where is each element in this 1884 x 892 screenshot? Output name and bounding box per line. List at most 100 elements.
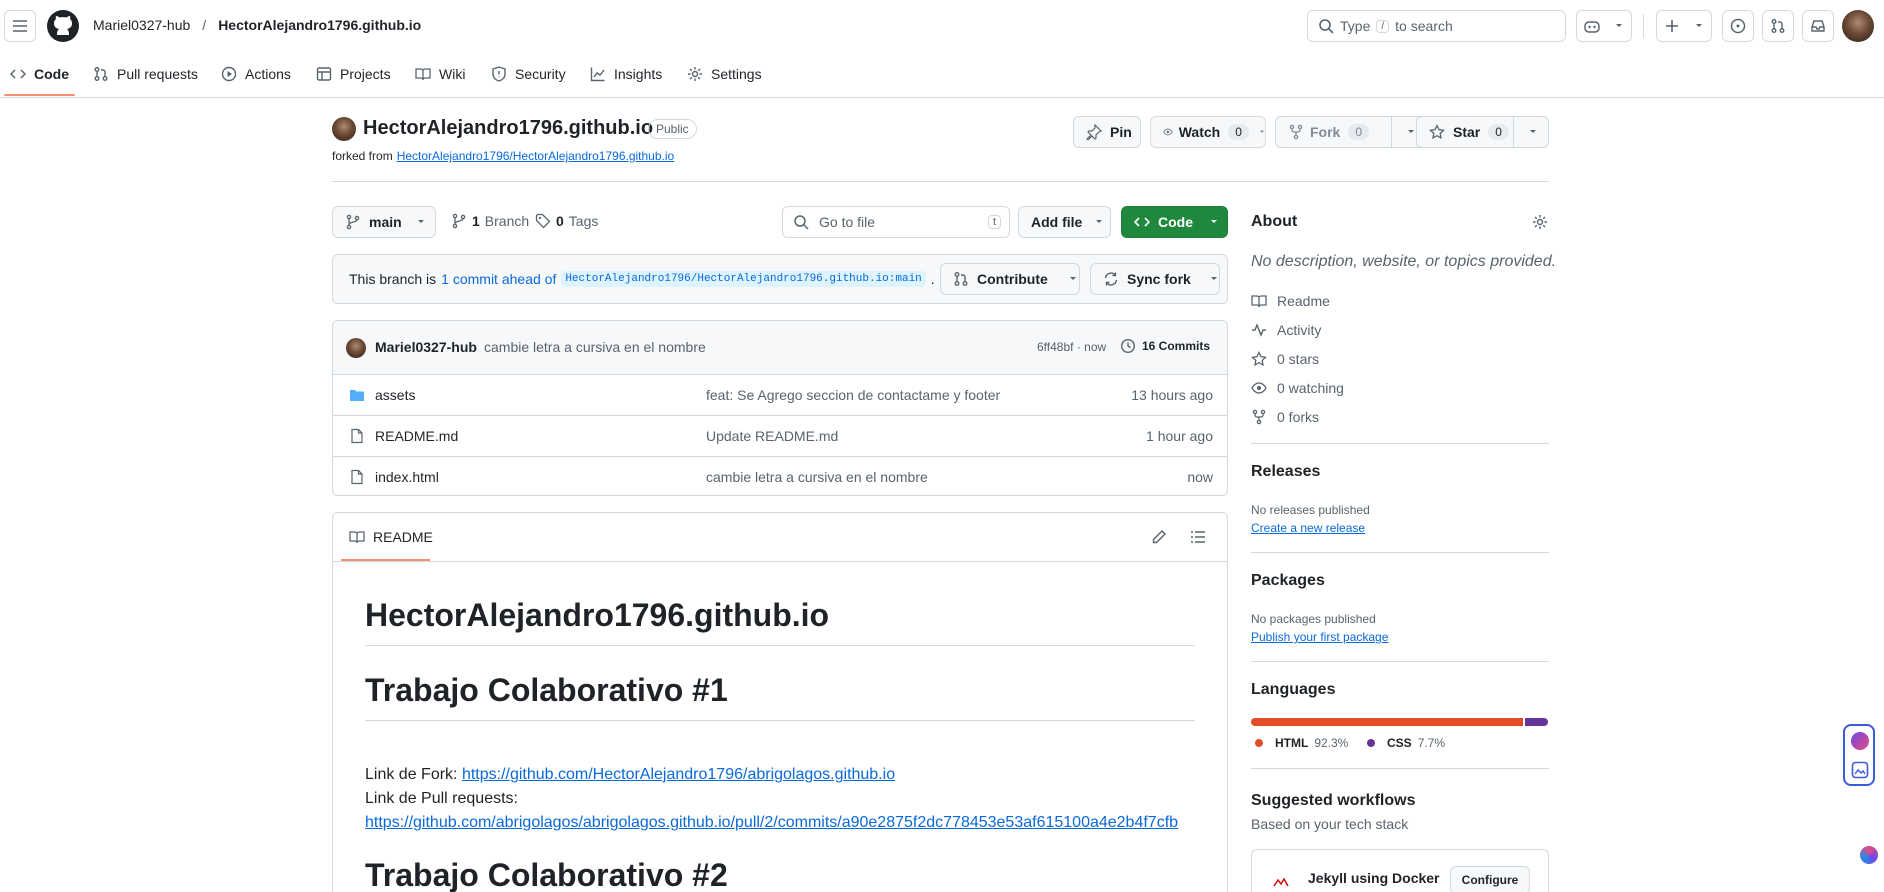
- extension-widget[interactable]: [1843, 724, 1875, 786]
- code-download-button[interactable]: Code: [1121, 206, 1228, 238]
- file-row[interactable]: README.md Update README.md 1 hour ago: [333, 415, 1227, 456]
- breadcrumb-repo[interactable]: HectorAlejandro1796.github.io: [218, 17, 421, 33]
- chevron-down-icon: [1260, 130, 1264, 133]
- edit-readme-button[interactable]: [1151, 529, 1167, 545]
- file-name[interactable]: README.md: [375, 428, 458, 444]
- file-row[interactable]: index.html cambie letra a cursiva en el …: [333, 456, 1227, 495]
- branch-count-link[interactable]: 1 Branch: [451, 213, 529, 229]
- sidebar-divider: [1251, 661, 1549, 662]
- commit-message[interactable]: cambie letra a cursiva en el nombre: [484, 339, 706, 355]
- about-watching-link[interactable]: 0 watching: [1251, 380, 1344, 396]
- commit-author[interactable]: Mariel0327-hub: [375, 339, 477, 355]
- pin-button[interactable]: Pin: [1073, 116, 1141, 148]
- file-name[interactable]: index.html: [375, 469, 439, 485]
- language-css[interactable]: CSS 7.7%: [1367, 736, 1445, 750]
- commit-author-avatar[interactable]: [346, 338, 366, 358]
- global-search-input[interactable]: Type / to search: [1307, 10, 1566, 42]
- github-logo[interactable]: [47, 10, 79, 42]
- extension-brain-icon[interactable]: [1860, 846, 1878, 864]
- suggested-workflows-title: Suggested workflows: [1251, 792, 1416, 809]
- readme-tab-label: README: [373, 529, 433, 545]
- fork-link[interactable]: https://github.com/HectorAlejandro1796/a…: [462, 766, 895, 783]
- plus-icon: [1665, 20, 1678, 32]
- file-icon: [351, 428, 363, 444]
- file-commit-message[interactable]: Update README.md: [706, 428, 838, 444]
- branch-status-box: This branch is 1 commit ahead of HectorA…: [332, 254, 1228, 304]
- readme-tab[interactable]: README: [349, 529, 433, 545]
- about-description: No description, website, or topics provi…: [1251, 253, 1557, 270]
- search-icon: [794, 215, 809, 230]
- user-avatar[interactable]: [1842, 10, 1874, 42]
- inbox-button[interactable]: [1802, 10, 1834, 42]
- forked-from-link[interactable]: HectorAlejandro1796/HectorAlejandro1796.…: [397, 149, 675, 163]
- create-new-button[interactable]: [1656, 10, 1712, 42]
- tags-link[interactable]: 0 Tags: [535, 213, 598, 229]
- goto-file-input[interactable]: Go to file t: [782, 206, 1010, 238]
- fork-button[interactable]: Fork 0: [1275, 116, 1428, 148]
- tab-code[interactable]: Code: [10, 62, 69, 86]
- language-percent: 92.3%: [1314, 736, 1349, 750]
- about-stars-link[interactable]: 0 stars: [1251, 351, 1319, 367]
- watch-button[interactable]: Watch 0: [1150, 116, 1266, 148]
- commit-hash-time[interactable]: 6ff48bf · now: [1037, 340, 1106, 354]
- tag-icon: [535, 213, 551, 229]
- commits-history-link[interactable]: 16 Commits: [1120, 338, 1210, 354]
- star-divider: [1513, 117, 1514, 147]
- language-html[interactable]: HTML 92.3%: [1255, 736, 1348, 750]
- pr-link[interactable]: https://github.com/abrigolagos/abrigolag…: [365, 814, 1178, 831]
- tab-wiki[interactable]: Wiki: [415, 62, 465, 86]
- file-commit-message[interactable]: cambie letra a cursiva en el nombre: [706, 469, 928, 485]
- add-file-button[interactable]: Add file: [1018, 206, 1111, 238]
- readme-outline-button[interactable]: [1190, 529, 1206, 545]
- file-list: Mariel0327-hub cambie letra a cursiva en…: [332, 320, 1228, 496]
- pull-requests-button[interactable]: [1762, 10, 1794, 42]
- code-icon: [10, 69, 26, 79]
- copilot-button[interactable]: [1576, 10, 1632, 42]
- about-activity-link[interactable]: Activity: [1251, 322, 1321, 338]
- repo-owner-avatar[interactable]: [332, 117, 356, 141]
- branch-name: main: [369, 214, 402, 230]
- tab-projects[interactable]: Projects: [316, 62, 391, 86]
- file-commit-message[interactable]: feat: Se Agrego seccion de contactame y …: [706, 387, 1000, 403]
- star-button[interactable]: Star 0: [1416, 116, 1549, 148]
- chevron-down-icon: [1408, 130, 1414, 133]
- workflow-name: Jekyll using Docker: [1308, 870, 1440, 886]
- fork-icon: [1289, 124, 1303, 140]
- file-name[interactable]: assets: [375, 387, 415, 403]
- tab-projects-label: Projects: [340, 66, 391, 82]
- issues-button[interactable]: [1722, 10, 1754, 42]
- about-readme-link[interactable]: Readme: [1251, 293, 1330, 309]
- branch-icon: [452, 213, 466, 229]
- hamburger-menu-button[interactable]: [4, 10, 36, 42]
- star-icon: [1251, 351, 1267, 367]
- list-icon: [1191, 531, 1205, 543]
- edit-about-button[interactable]: [1532, 214, 1548, 230]
- tab-actions[interactable]: Actions: [221, 62, 291, 86]
- commits-ahead-link[interactable]: 1 commit ahead of: [441, 271, 556, 287]
- file-commit-time: 1 hour ago: [1146, 428, 1213, 444]
- eye-icon: [1163, 128, 1173, 136]
- contribute-button[interactable]: Contribute: [940, 263, 1080, 295]
- pull-request-icon: [954, 272, 968, 286]
- branch-select[interactable]: main: [332, 206, 436, 238]
- configure-workflow-button[interactable]: Configure: [1450, 866, 1530, 892]
- readme-links: Link de Fork: https://github.com/HectorA…: [365, 763, 1178, 835]
- tab-pull-requests[interactable]: Pull requests: [93, 62, 198, 86]
- branch-status-prefix: This branch is: [349, 271, 437, 287]
- about-forks-link[interactable]: 0 forks: [1251, 409, 1319, 425]
- packages-title[interactable]: Packages: [1251, 572, 1325, 590]
- tab-insights[interactable]: Insights: [590, 62, 662, 86]
- sync-fork-button[interactable]: Sync fork: [1090, 263, 1220, 295]
- search-icon: [1319, 19, 1334, 34]
- releases-title[interactable]: Releases: [1251, 463, 1320, 481]
- chevron-down-icon: [417, 220, 424, 223]
- file-row[interactable]: assets feat: Se Agrego seccion de contac…: [333, 374, 1227, 415]
- repo-title[interactable]: HectorAlejandro1796.github.io: [363, 117, 653, 140]
- tab-security[interactable]: Security: [491, 62, 566, 86]
- publish-package-link[interactable]: Publish your first package: [1251, 630, 1388, 644]
- code-icon: [1134, 217, 1150, 227]
- breadcrumb-owner[interactable]: Mariel0327-hub: [93, 17, 190, 33]
- tab-settings[interactable]: Settings: [687, 62, 762, 86]
- folder-icon: [350, 390, 364, 401]
- create-release-link[interactable]: Create a new release: [1251, 521, 1365, 535]
